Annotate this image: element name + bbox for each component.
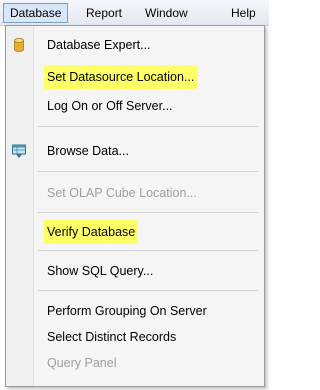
- menu-item-label: Log On or Off Server...: [47, 99, 173, 113]
- browse-data-icon: [11, 143, 27, 159]
- database-dropdown-menu: Database Expert... Set Datasource Locati…: [5, 25, 265, 387]
- menu-separator: [38, 250, 258, 251]
- menu-item-query-panel: Query Panel: [6, 351, 264, 375]
- menu-item-label: Browse Data...: [47, 144, 129, 158]
- menu-item-label: Verify Database: [44, 220, 139, 244]
- menu-item-set-olap-cube-location: Set OLAP Cube Location...: [6, 181, 264, 205]
- menu-item-label: Set Datasource Location...: [44, 65, 198, 89]
- menu-item-browse-data[interactable]: Browse Data...: [6, 139, 264, 163]
- menu-item-select-distinct-records[interactable]: Select Distinct Records: [6, 325, 264, 349]
- menu-item-database-expert[interactable]: Database Expert...: [6, 33, 264, 57]
- menu-separator: [38, 212, 258, 213]
- menu-database[interactable]: Database: [3, 3, 69, 23]
- menu-item-label: Query Panel: [47, 356, 117, 370]
- menu-item-show-sql-query[interactable]: Show SQL Query...: [6, 259, 264, 283]
- menu-report[interactable]: Report: [80, 3, 128, 23]
- menu-item-label: Select Distinct Records: [47, 330, 177, 344]
- menu-item-perform-grouping-on-server[interactable]: Perform Grouping On Server: [6, 299, 264, 323]
- menu-help[interactable]: Help: [225, 3, 262, 23]
- menu-item-label: Show SQL Query...: [47, 264, 154, 278]
- menu-item-label: Set OLAP Cube Location...: [47, 186, 197, 200]
- menu-separator: [38, 290, 258, 291]
- database-icon: [11, 37, 27, 53]
- menu-window[interactable]: Window: [139, 3, 194, 23]
- menu-separator: [38, 126, 258, 127]
- menu-item-set-datasource-location[interactable]: Set Datasource Location...: [6, 65, 264, 89]
- menu-item-log-on-off-server[interactable]: Log On or Off Server...: [6, 94, 264, 118]
- menu-item-verify-database[interactable]: Verify Database: [6, 220, 264, 244]
- menu-bar: Database Report Window Help: [0, 0, 269, 26]
- menu-separator: [38, 171, 258, 172]
- menu-item-label: Perform Grouping On Server: [47, 304, 207, 318]
- menu-item-label: Database Expert...: [47, 38, 151, 52]
